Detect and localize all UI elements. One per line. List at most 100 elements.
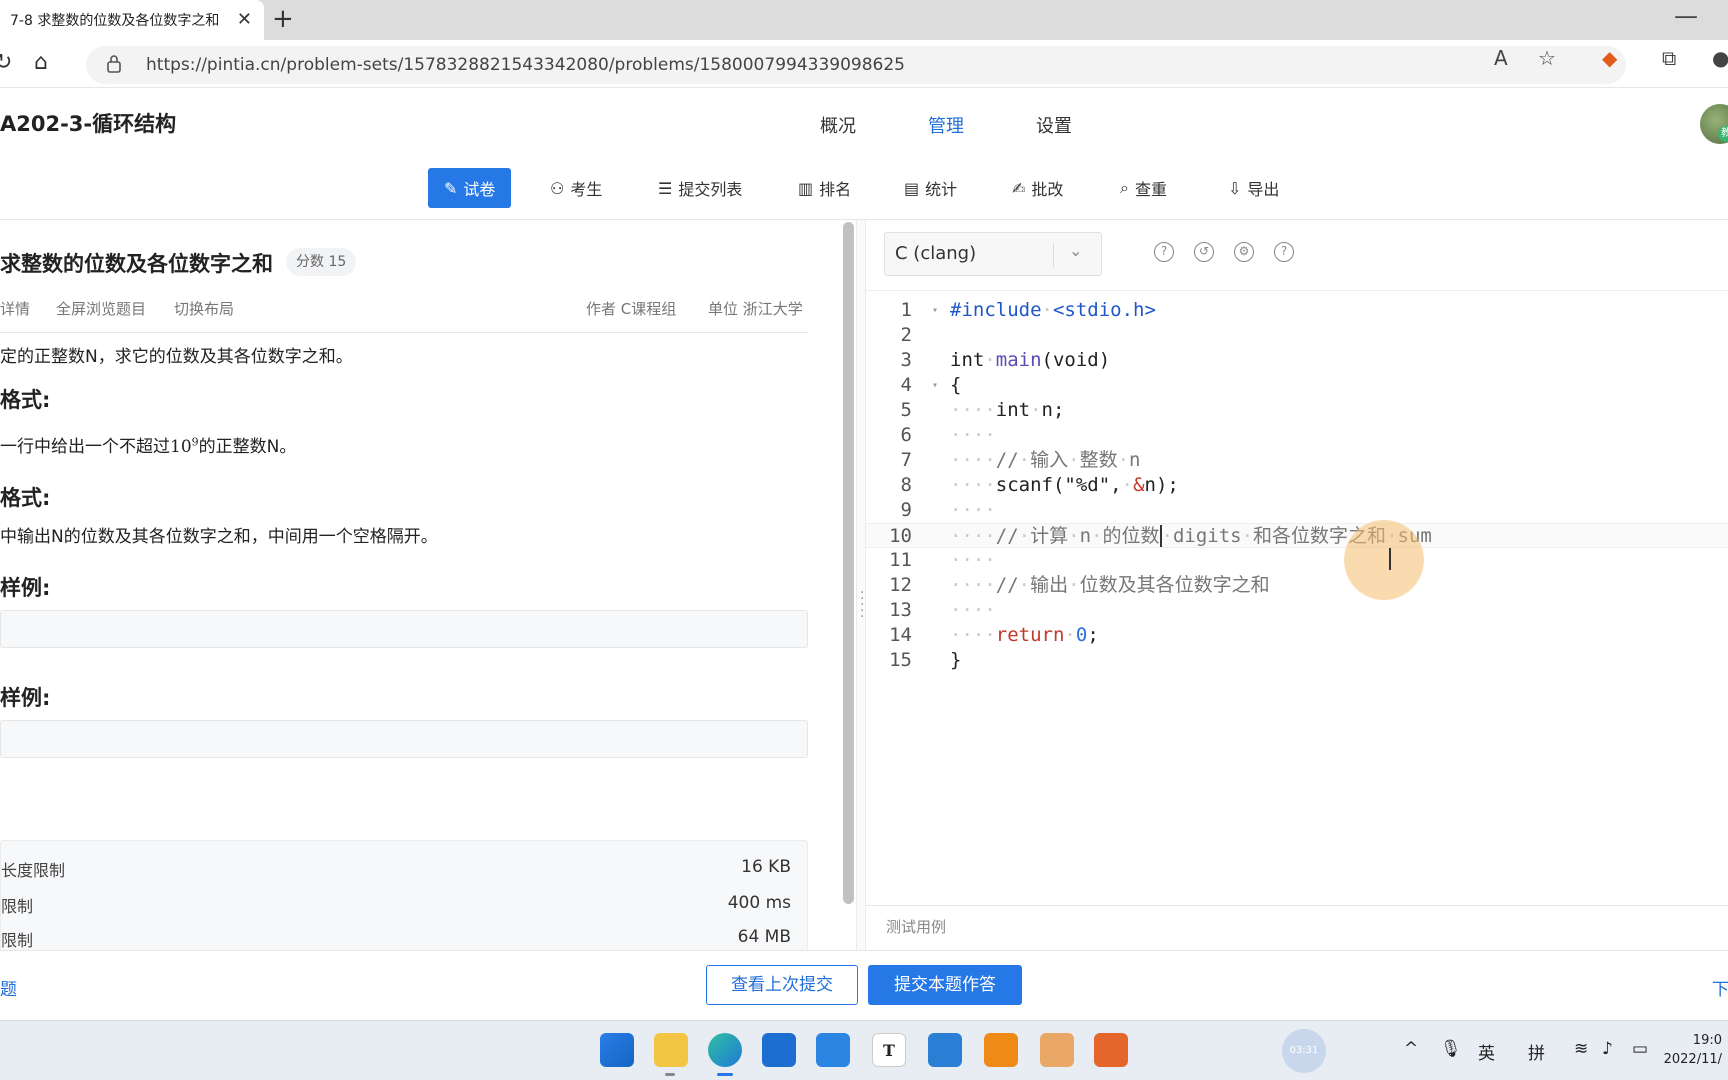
tab-export[interactable]: ⇩ 导出 — [1212, 168, 1295, 208]
submit-answer-button[interactable]: 提交本题作答 — [868, 965, 1022, 1005]
tab-examinees[interactable]: ⚇ 考生 — [534, 168, 618, 208]
volume-icon[interactable]: ♪ — [1602, 1039, 1613, 1059]
text-cursor-icon — [1389, 548, 1391, 570]
tab-label: 提交列表 — [678, 180, 743, 199]
ime-mode[interactable]: 拼 — [1528, 1039, 1545, 1064]
file-explorer-icon[interactable] — [654, 1033, 688, 1067]
favorite-icon[interactable]: ☆ — [1538, 46, 1556, 70]
link-fullscreen[interactable]: 全屏浏览题目 — [56, 298, 146, 319]
browser-tab-bar: 7-8 求整数的位数及各位数字之和 ✕ + — — [0, 0, 1728, 40]
fold-icon[interactable]: ▾ — [932, 373, 938, 398]
link-detail[interactable]: 题目详情 — [0, 298, 30, 319]
mouse-highlight — [1344, 520, 1424, 600]
home-icon[interactable]: ⌂ — [34, 50, 48, 75]
system-clock[interactable]: 19:0 2022/11/ — [1664, 1031, 1722, 1069]
nav-settings[interactable]: 设置 — [1036, 112, 1072, 138]
next-problem-link[interactable]: 下 — [1712, 975, 1728, 1000]
ubuntu-icon[interactable] — [1094, 1033, 1128, 1067]
close-tab-icon[interactable]: ✕ — [237, 9, 252, 30]
wifi-icon[interactable]: ≋ — [1574, 1039, 1588, 1059]
code-line: 4 ▾{ — [866, 373, 1728, 398]
tab-plagiarism[interactable]: ⌕ 查重 — [1104, 168, 1183, 208]
output-format-text: 中输出N的位数及其各位数字之和，中间用一个空格隔开。 — [0, 527, 438, 547]
edit-icon: ✎ — [444, 178, 458, 198]
url-field[interactable]: https://pintia.cn/problem-sets/157832882… — [86, 46, 1626, 84]
drawio-icon[interactable] — [984, 1033, 1018, 1067]
line-number: 2 — [900, 324, 912, 346]
tray-expand-icon[interactable]: ^ — [1404, 1039, 1418, 1059]
code-line: 6 ···· — [866, 423, 1728, 448]
app-icon[interactable] — [1040, 1033, 1074, 1067]
score-badge: 分数 15 — [286, 248, 357, 276]
sample-output-box[interactable] — [0, 720, 808, 758]
profile-icon[interactable]: ● — [1712, 46, 1728, 70]
line-number: 7 — [900, 449, 912, 471]
limit-label: 限制 — [1, 931, 34, 950]
problem-scrollbar[interactable] — [843, 222, 854, 904]
limit-value: 16 KB — [741, 857, 791, 877]
active-indicator — [717, 1073, 733, 1076]
recording-badge: 03:31 — [1282, 1029, 1326, 1073]
battery-icon[interactable]: ▭ — [1632, 1039, 1648, 1059]
line-number: 9 — [900, 499, 912, 521]
fold-icon[interactable]: ▾ — [932, 298, 938, 323]
tab-grading[interactable]: ✍ 批改 — [996, 168, 1079, 208]
tab-exam-paper[interactable]: ✎ 试卷 — [428, 168, 512, 208]
todo-icon[interactable] — [816, 1033, 850, 1067]
tab-ranking[interactable]: ▥ 排名 — [782, 168, 867, 208]
line-number: 1 — [900, 299, 912, 321]
chevron-down-icon: ⌄ — [1069, 241, 1083, 260]
problem-pane: 求整数的位数及各位数字之和 分数 15 题目详情 全屏浏览题目 切换布局 作者 … — [0, 220, 856, 950]
vscode-icon[interactable] — [928, 1033, 962, 1067]
sample-input-box[interactable] — [0, 610, 808, 648]
output-format-heading: 格式: — [0, 486, 51, 510]
line-number: 14 — [889, 624, 912, 646]
minimize-icon[interactable]: — — [1674, 2, 1698, 30]
new-tab-icon[interactable]: + — [272, 4, 294, 34]
problem-title: 求整数的位数及各位数字之和 — [0, 252, 273, 276]
link-switch-layout[interactable]: 切换布局 — [174, 298, 234, 319]
code-line: 15} — [866, 648, 1728, 673]
drag-handle-icon[interactable]: · · · · · — [860, 586, 864, 624]
bar-chart-icon: ▥ — [798, 178, 814, 198]
microphone-icon[interactable]: 🎙 — [1440, 1039, 1462, 1059]
input-format-text: 一行中给出一个不超过109的正整数N。 — [0, 435, 297, 457]
language-select[interactable]: C (clang) ⌄ — [884, 232, 1102, 276]
tab-label: 查重 — [1134, 180, 1167, 199]
view-last-submission-button[interactable]: 查看上次提交 — [706, 965, 858, 1005]
ime-lang[interactable]: 英 — [1478, 1039, 1495, 1064]
clock-time: 19:0 — [1692, 1033, 1722, 1048]
history-icon[interactable]: ↺ — [1194, 242, 1214, 262]
browser-tab[interactable]: 7-8 求整数的位数及各位数字之和 ✕ — [0, 0, 264, 40]
gear-icon[interactable]: ⚙ — [1234, 242, 1254, 262]
code-area[interactable]: 1 ▾ #include·<stdio.h> 2 3 int·main(void) 4… — [866, 298, 1728, 673]
info-icon[interactable]: ? — [1274, 242, 1294, 262]
tab-statistics[interactable]: ▤ 统计 — [888, 168, 973, 208]
line-number: 10 — [889, 525, 912, 547]
extension-icon[interactable]: ◆ — [1602, 46, 1617, 70]
collections-icon[interactable]: ⧉ — [1662, 46, 1676, 70]
start-icon[interactable] — [600, 1033, 634, 1067]
sub-navigation: ✎ 试卷 ⚇ 考生 ☰ 提交列表 ▥ 排名 ▤ 统计 ✍ 批改 ⌕ 查重 ⇩ 导… — [0, 158, 1728, 220]
prev-problem-link[interactable]: 题 — [0, 975, 17, 1000]
code-line: 7 ····//·输入·整数·n — [866, 448, 1728, 473]
code-line: 3 int·main(void) — [866, 348, 1728, 373]
tab-label: 考生 — [570, 180, 603, 199]
mail-icon[interactable] — [762, 1033, 796, 1067]
help-icon[interactable]: ? — [1154, 242, 1174, 262]
refresh-icon[interactable]: ↻ — [0, 50, 12, 75]
footer-bar: 题 查看上次提交 提交本题作答 下 — [0, 950, 1728, 1020]
tab-submissions[interactable]: ☰ 提交列表 — [642, 168, 758, 208]
read-aloud-icon[interactable]: A — [1494, 46, 1508, 70]
nav-overview[interactable]: 概况 — [820, 112, 856, 138]
nav-manage[interactable]: 管理 — [928, 112, 964, 138]
typora-icon[interactable]: T — [872, 1033, 906, 1067]
cloud-download-icon: ⇩ — [1228, 178, 1242, 198]
limit-label: 长度限制 — [1, 861, 66, 880]
testcase-tab[interactable]: 测试用例 — [886, 916, 946, 937]
code-line: 12 ····//·输出·位数及其各位数字之和 — [866, 573, 1728, 598]
edge-icon[interactable] — [708, 1033, 742, 1067]
lock-icon — [107, 55, 121, 73]
code-line: 8 ····scanf("%d",·&n); — [866, 473, 1728, 498]
address-bar-row: ↻ ⌂ https://pintia.cn/problem-sets/15783… — [0, 40, 1728, 88]
